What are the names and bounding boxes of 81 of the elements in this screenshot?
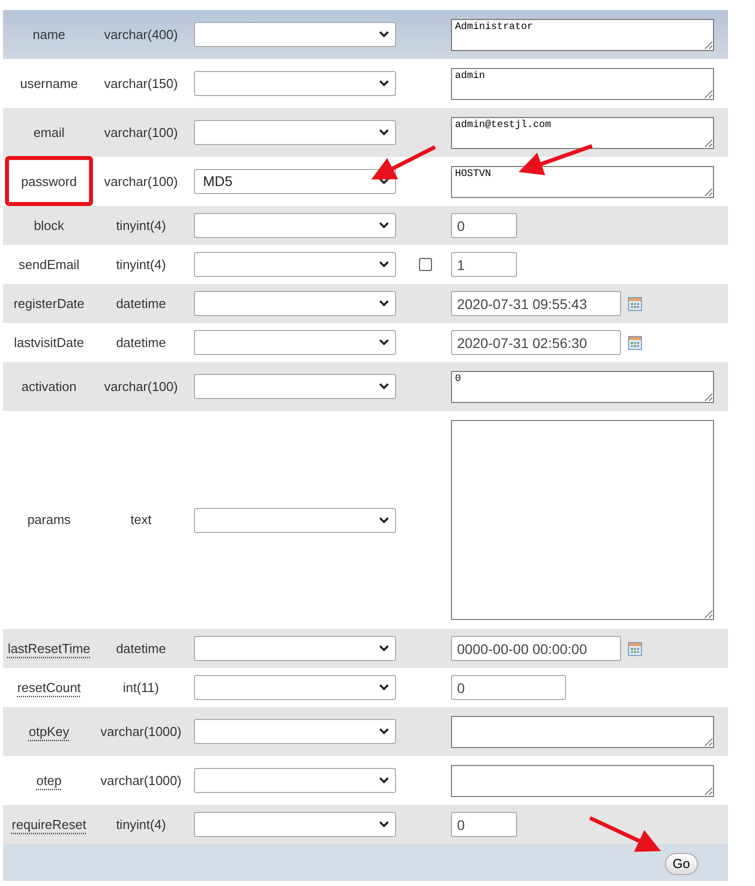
- column-type: tinyint(4): [116, 256, 166, 274]
- column-type: datetime: [116, 334, 166, 352]
- value-field[interactable]: 0: [451, 675, 566, 700]
- column-name: email: [33, 124, 65, 142]
- go-button[interactable]: Go: [664, 853, 698, 875]
- value-field[interactable]: 1: [451, 252, 517, 277]
- chevron-icon: [379, 383, 389, 390]
- value-field[interactable]: 0: [451, 213, 517, 238]
- chevron-icon: [379, 821, 389, 828]
- chevron-icon: [379, 31, 389, 38]
- function-dropdown[interactable]: [194, 636, 396, 661]
- column-type: varchar(400): [104, 26, 178, 44]
- column-name: resetCount: [17, 678, 81, 697]
- function-dropdown[interactable]: MD5: [194, 169, 396, 194]
- chevron-icon: [379, 129, 389, 136]
- null-checkbox[interactable]: [418, 258, 432, 271]
- column-name: registerDate: [14, 294, 84, 313]
- value-textarea[interactable]: [451, 764, 714, 796]
- calendar-icon[interactable]: [628, 642, 642, 656]
- function-dropdown[interactable]: [194, 675, 396, 700]
- value-field[interactable]: 0000-00-00 00:00:00: [451, 636, 621, 661]
- column-type: text: [130, 511, 152, 530]
- calendar-icon[interactable]: [628, 296, 642, 310]
- chevron-icon: [379, 300, 389, 307]
- value-field[interactable]: 2020-07-31 02:56:30: [451, 330, 621, 355]
- column-name: sendEmail: [18, 256, 80, 274]
- value-textarea[interactable]: HOSTVN: [451, 166, 714, 198]
- chevron-icon: [379, 178, 389, 185]
- column-name: requireReset: [12, 816, 86, 834]
- column-type: varchar(150): [104, 74, 178, 93]
- function-dropdown[interactable]: [194, 291, 396, 316]
- column-type: tinyint(4): [116, 816, 166, 834]
- column-type: int(11): [123, 678, 159, 697]
- value-field[interactable]: 2020-07-31 09:55:43: [451, 291, 621, 316]
- column-type: varchar(100): [104, 378, 178, 396]
- function-dropdown[interactable]: [194, 71, 396, 96]
- chevron-icon: [379, 261, 389, 268]
- column-type: varchar(100): [104, 172, 178, 191]
- function-dropdown[interactable]: [194, 374, 396, 399]
- function-dropdown[interactable]: [194, 768, 396, 793]
- chevron-icon: [379, 728, 389, 735]
- annotation-arrow: [371, 145, 436, 180]
- column-type: varchar(1000): [100, 722, 182, 741]
- column-type: varchar(1000): [100, 772, 182, 790]
- column-name: activation: [22, 378, 76, 396]
- chevron-icon: [379, 684, 389, 691]
- function-dropdown[interactable]: [194, 252, 396, 277]
- function-dropdown[interactable]: [194, 508, 396, 532]
- column-name: password: [21, 172, 77, 191]
- chevron-icon: [379, 80, 389, 87]
- chevron-icon: [379, 222, 389, 229]
- value-textarea[interactable]: admin: [451, 68, 714, 100]
- value-textarea[interactable]: admin@testjl.com: [451, 116, 714, 148]
- column-name: name: [32, 26, 66, 44]
- chevron-icon: [379, 516, 389, 524]
- chevron-icon: [379, 777, 389, 784]
- function-dropdown[interactable]: [194, 22, 396, 47]
- function-dropdown[interactable]: [194, 213, 396, 238]
- value-textarea[interactable]: 0: [451, 370, 714, 402]
- function-dropdown[interactable]: [194, 330, 396, 355]
- column-name: otep: [36, 772, 62, 790]
- column-type: datetime: [116, 294, 166, 313]
- value-textarea[interactable]: Administrator: [451, 18, 714, 50]
- column-name: params: [27, 511, 71, 530]
- function-dropdown[interactable]: [194, 719, 396, 744]
- column-type: varchar(100): [104, 124, 178, 142]
- function-dropdown[interactable]: [194, 120, 396, 145]
- column-name: lastResetTime: [8, 640, 90, 658]
- column-name: username: [20, 74, 78, 93]
- annotation-arrow: [589, 816, 661, 852]
- function-dropdown[interactable]: [194, 812, 396, 837]
- column-name: block: [34, 216, 64, 235]
- calendar-icon[interactable]: [628, 336, 642, 350]
- column-type: tinyint(4): [116, 216, 166, 235]
- column-type: datetime: [116, 640, 166, 658]
- value-field[interactable]: 0: [451, 812, 517, 837]
- chevron-icon: [379, 645, 389, 652]
- value-textarea[interactable]: [451, 716, 714, 748]
- column-name: lastvisitDate: [14, 334, 84, 352]
- column-name: otpKey: [28, 722, 70, 741]
- chevron-icon: [379, 339, 389, 346]
